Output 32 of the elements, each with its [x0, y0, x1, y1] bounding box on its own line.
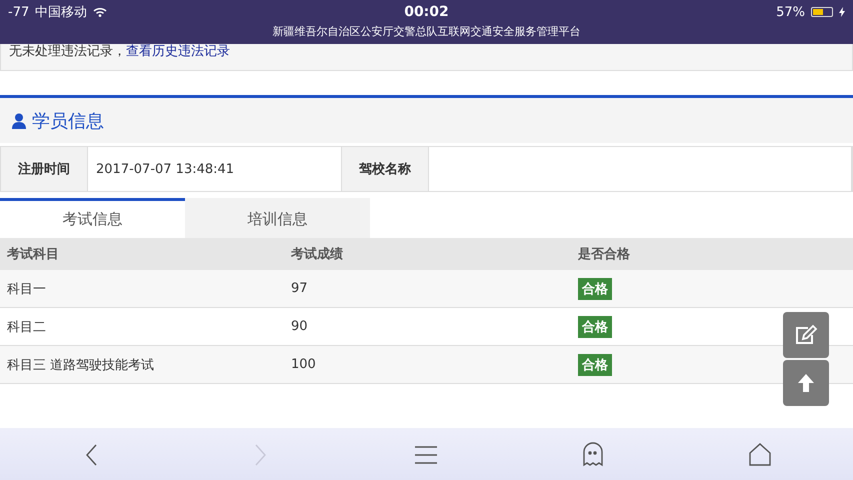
carrier-name: 中国移动 [35, 4, 88, 21]
arrow-up-icon [796, 373, 816, 393]
pass-badge: 合格 [578, 278, 612, 300]
field-label: 注册时间 [17, 160, 71, 179]
field-label: 驾校名称 [358, 161, 412, 179]
ghost-icon[interactable] [581, 441, 606, 467]
wifi-icon [93, 7, 108, 17]
table-cell: 97 [284, 270, 571, 308]
table-cell: 科目一 [0, 270, 284, 308]
clock-time: 00:02 [404, 4, 449, 20]
site-title: 新疆维吾尔自治区公安厅交警总队互联网交通安全服务管理平台 [272, 24, 582, 40]
field-value: 2017-07-07 13:48:41 [87, 147, 342, 191]
tab[interactable]: 培训信息 [185, 198, 370, 238]
edit-button[interactable] [783, 312, 829, 358]
pass-badge: 合格 [578, 354, 612, 376]
history-link[interactable]: 查看历史违法记录 [126, 44, 230, 59]
column-header: 是否合格 [571, 238, 853, 270]
user-icon [12, 112, 26, 128]
home-icon[interactable] [748, 441, 772, 467]
table-cell: 100 [284, 346, 571, 384]
column-header: 考试科目 [0, 238, 284, 270]
section-title: 学员信息 [32, 110, 104, 132]
column-header: 考试成绩 [284, 238, 571, 270]
battery-percent: 57% [776, 4, 805, 20]
scroll-top-button[interactable] [783, 360, 829, 406]
notice-text: 无未处理违法记录，查看历史违法记录 [9, 44, 230, 59]
table-cell: 科目三 道路驾驶技能考试 [0, 346, 284, 384]
battery-icon [810, 7, 833, 17]
pass-badge: 合格 [578, 316, 612, 338]
edit-icon [794, 324, 818, 346]
signal-strength: -77 [8, 4, 30, 20]
charging-icon [838, 7, 845, 17]
